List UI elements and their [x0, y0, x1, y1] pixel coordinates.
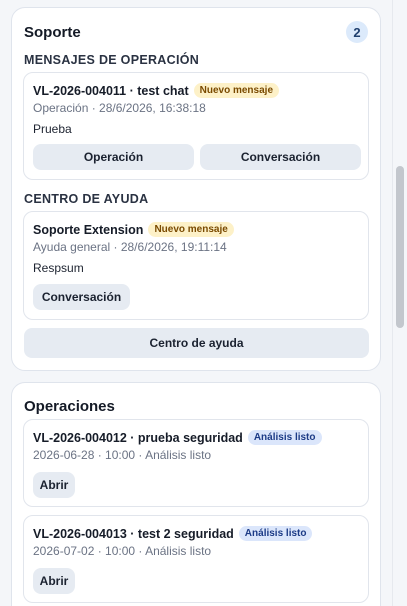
- help-message-card: Soporte Extension Nuevo mensaje Ayuda ge…: [23, 211, 369, 320]
- help-conversation-button[interactable]: Conversación: [33, 284, 130, 310]
- operation-item: VL-2026-004012 · prueba seguridad Anális…: [23, 419, 369, 507]
- operation-message-card: VL-2026-004011 · test chat Nuevo mensaje…: [23, 72, 369, 180]
- open-button[interactable]: Abrir: [33, 568, 75, 594]
- help-center-heading: CENTRO DE AYUDA: [24, 192, 149, 206]
- extension-panel: Soporte 2 MENSAJES DE OPERACIÓN VL-2026-…: [0, 0, 392, 606]
- operation-button[interactable]: Operación: [33, 144, 194, 170]
- help-center-button[interactable]: Centro de ayuda: [24, 328, 369, 358]
- operations-title: Operaciones: [24, 397, 115, 415]
- operation-item: VL-2026-004013 · test 2 seguridad Anális…: [23, 515, 369, 603]
- new-message-badge: Nuevo mensaje: [148, 222, 234, 237]
- support-title: Soporte: [24, 23, 81, 41]
- operation-item-meta: 2026-07-02 · 10:00 · Análisis listo: [33, 544, 212, 558]
- operation-message-body: Prueba: [33, 122, 72, 136]
- help-message-title: Soporte Extension: [33, 222, 144, 237]
- open-button[interactable]: Abrir: [33, 472, 75, 498]
- scrollbar[interactable]: [392, 0, 407, 606]
- analysis-ready-badge: Análisis listo: [238, 526, 313, 541]
- operation-message-title: VL-2026-004011 · test chat: [33, 83, 189, 98]
- operation-message-meta: Operación · 28/6/2026, 16:38:18: [33, 101, 206, 115]
- conversation-button[interactable]: Conversación: [200, 144, 361, 170]
- analysis-ready-badge: Análisis listo: [247, 430, 322, 445]
- new-message-badge: Nuevo mensaje: [193, 83, 280, 98]
- operation-item-title: VL-2026-004012 · prueba seguridad: [33, 430, 243, 445]
- operation-messages-heading: MENSAJES DE OPERACIÓN: [24, 53, 200, 67]
- help-message-meta: Ayuda general · 28/6/2026, 19:11:14: [33, 240, 227, 254]
- scrollbar-thumb[interactable]: [396, 166, 404, 328]
- support-header: Soporte 2: [24, 21, 368, 43]
- help-message-body: Respsum: [33, 261, 84, 275]
- operation-item-title: VL-2026-004013 · test 2 seguridad: [33, 526, 234, 541]
- operations-panel: Operaciones VL-2026-004012 · prueba segu…: [11, 382, 381, 606]
- support-panel: Soporte 2 MENSAJES DE OPERACIÓN VL-2026-…: [11, 7, 381, 371]
- operation-item-meta: 2026-06-28 · 10:00 · Análisis listo: [33, 448, 212, 462]
- support-count-badge: 2: [346, 21, 368, 43]
